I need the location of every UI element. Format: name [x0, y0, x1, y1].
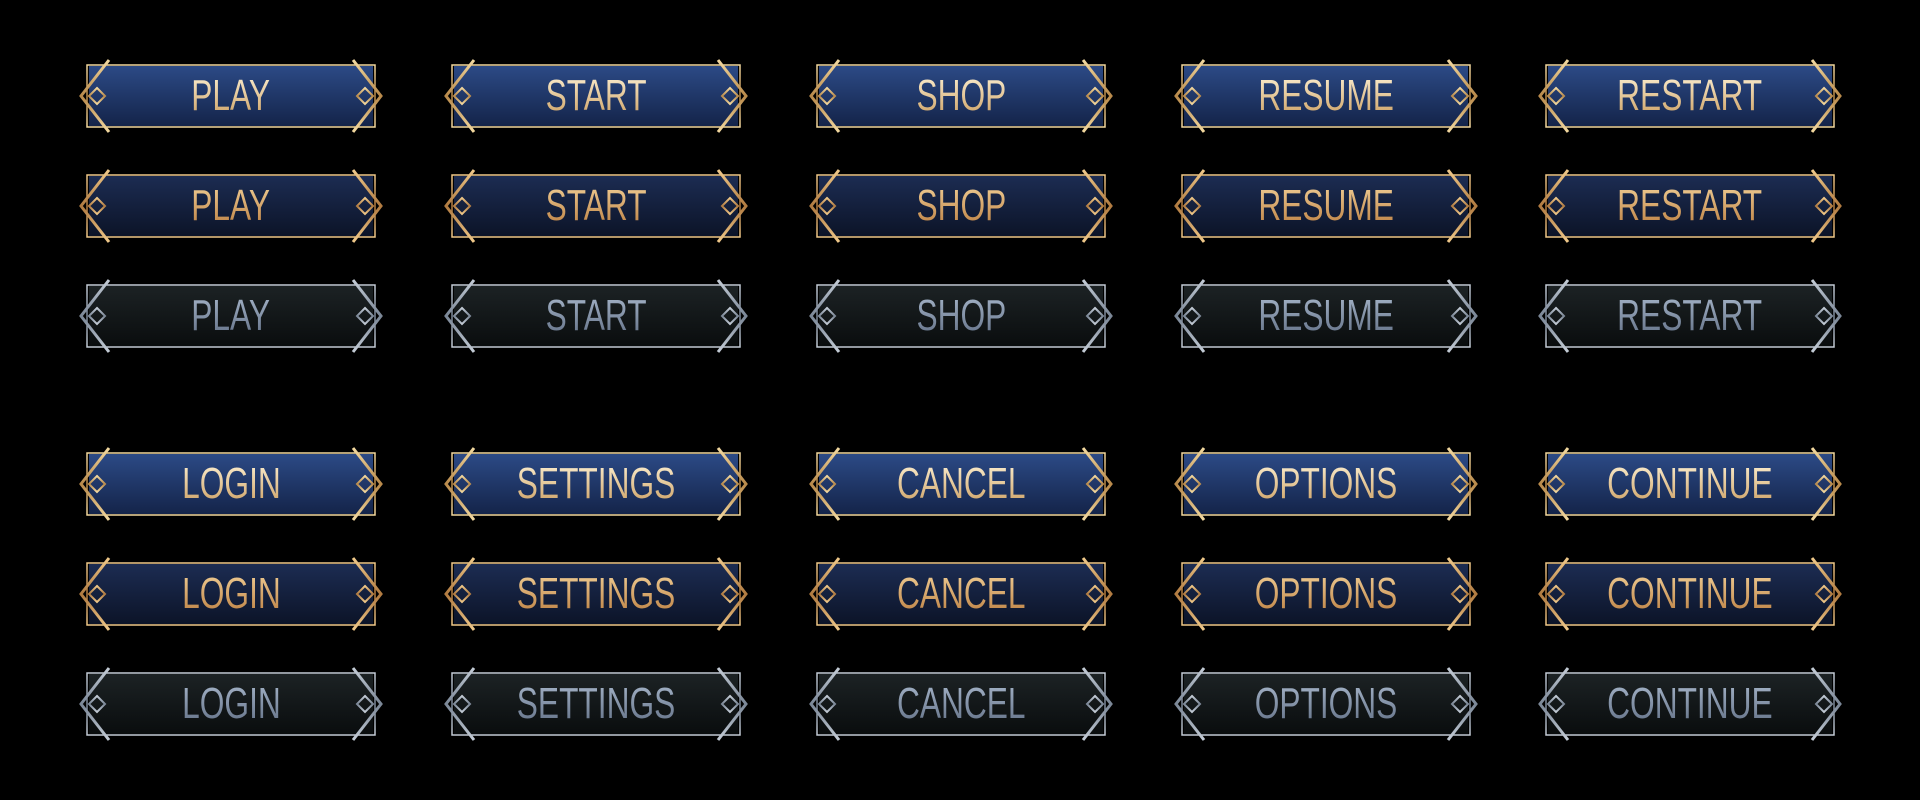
play-button-disabled[interactable]: PLAY [79, 278, 383, 354]
resume-button-hover[interactable]: RESUME [1174, 168, 1478, 244]
button-label: LOGIN [79, 446, 383, 522]
button-label: PLAY [79, 58, 383, 134]
resume-button-normal[interactable]: RESUME [1174, 58, 1478, 134]
button-label-text: START [545, 181, 647, 230]
start-button-normal[interactable]: START [444, 58, 748, 134]
button-label: OPTIONS [1174, 446, 1478, 522]
button-label: SETTINGS [444, 666, 748, 742]
settings-button-hover[interactable]: SETTINGS [444, 556, 748, 632]
start-button-disabled[interactable]: START [444, 278, 748, 354]
continue-button-normal[interactable]: CONTINUE [1538, 446, 1842, 522]
resume-button-disabled[interactable]: RESUME [1174, 278, 1478, 354]
restart-button-hover[interactable]: RESTART [1538, 168, 1842, 244]
button-label: CONTINUE [1538, 666, 1842, 742]
button-label: PLAY [79, 168, 383, 244]
button-label: CANCEL [809, 446, 1113, 522]
button-label-text: PLAY [191, 291, 271, 340]
button-label-text: LOGIN [181, 569, 281, 618]
button-label: RESUME [1174, 58, 1478, 134]
button-label-text: RESTART [1617, 181, 1763, 230]
button-label: LOGIN [79, 556, 383, 632]
button-label: RESUME [1174, 168, 1478, 244]
button-label: RESTART [1538, 278, 1842, 354]
continue-button-disabled[interactable]: CONTINUE [1538, 666, 1842, 742]
button-label: START [444, 278, 748, 354]
button-label: SHOP [809, 168, 1113, 244]
button-label: START [444, 168, 748, 244]
button-label: CANCEL [809, 666, 1113, 742]
options-button-hover[interactable]: OPTIONS [1174, 556, 1478, 632]
button-label: CONTINUE [1538, 556, 1842, 632]
button-label-text: SHOP [916, 71, 1006, 120]
button-label: SHOP [809, 278, 1113, 354]
button-label-text: OPTIONS [1254, 679, 1398, 728]
play-button-hover[interactable]: PLAY [79, 168, 383, 244]
button-label-text: RESTART [1617, 71, 1763, 120]
button-label: CONTINUE [1538, 446, 1842, 522]
button-label-text: START [545, 291, 647, 340]
button-label: PLAY [79, 278, 383, 354]
button-label-text: SETTINGS [516, 569, 676, 618]
button-label-text: LOGIN [181, 459, 281, 508]
shop-button-hover[interactable]: SHOP [809, 168, 1113, 244]
login-button-disabled[interactable]: LOGIN [79, 666, 383, 742]
button-label: SHOP [809, 58, 1113, 134]
button-label: RESUME [1174, 278, 1478, 354]
button-label-text: RESUME [1258, 181, 1394, 230]
options-button-normal[interactable]: OPTIONS [1174, 446, 1478, 522]
button-label: SETTINGS [444, 556, 748, 632]
continue-button-hover[interactable]: CONTINUE [1538, 556, 1842, 632]
button-label-text: PLAY [191, 181, 271, 230]
cancel-button-disabled[interactable]: CANCEL [809, 666, 1113, 742]
options-button-disabled[interactable]: OPTIONS [1174, 666, 1478, 742]
button-label-text: SHOP [916, 291, 1006, 340]
button-label-text: RESUME [1258, 291, 1394, 340]
button-label-text: SETTINGS [516, 459, 676, 508]
button-label-text: OPTIONS [1254, 569, 1398, 618]
button-label-text: OPTIONS [1254, 459, 1398, 508]
button-label-text: START [545, 71, 647, 120]
button-label-text: LOGIN [181, 679, 281, 728]
start-button-hover[interactable]: START [444, 168, 748, 244]
button-label-text: RESUME [1258, 71, 1394, 120]
cancel-button-hover[interactable]: CANCEL [809, 556, 1113, 632]
button-label-text: CONTINUE [1607, 459, 1773, 508]
play-button-normal[interactable]: PLAY [79, 58, 383, 134]
button-label: OPTIONS [1174, 556, 1478, 632]
button-label: LOGIN [79, 666, 383, 742]
settings-button-normal[interactable]: SETTINGS [444, 446, 748, 522]
button-label: OPTIONS [1174, 666, 1478, 742]
restart-button-disabled[interactable]: RESTART [1538, 278, 1842, 354]
button-label-text: CANCEL [896, 569, 1026, 618]
button-label-text: CANCEL [896, 679, 1026, 728]
cancel-button-normal[interactable]: CANCEL [809, 446, 1113, 522]
button-label: CANCEL [809, 556, 1113, 632]
settings-button-disabled[interactable]: SETTINGS [444, 666, 748, 742]
button-label-text: SETTINGS [516, 679, 676, 728]
button-label: SETTINGS [444, 446, 748, 522]
button-label: RESTART [1538, 58, 1842, 134]
button-label: RESTART [1538, 168, 1842, 244]
shop-button-disabled[interactable]: SHOP [809, 278, 1113, 354]
button-label-text: PLAY [191, 71, 271, 120]
login-button-hover[interactable]: LOGIN [79, 556, 383, 632]
button-label-text: CANCEL [896, 459, 1026, 508]
button-label-text: SHOP [916, 181, 1006, 230]
shop-button-normal[interactable]: SHOP [809, 58, 1113, 134]
restart-button-normal[interactable]: RESTART [1538, 58, 1842, 134]
button-label-text: CONTINUE [1607, 569, 1773, 618]
button-label: START [444, 58, 748, 134]
button-label-text: RESTART [1617, 291, 1763, 340]
button-label-text: CONTINUE [1607, 679, 1773, 728]
login-button-normal[interactable]: LOGIN [79, 446, 383, 522]
